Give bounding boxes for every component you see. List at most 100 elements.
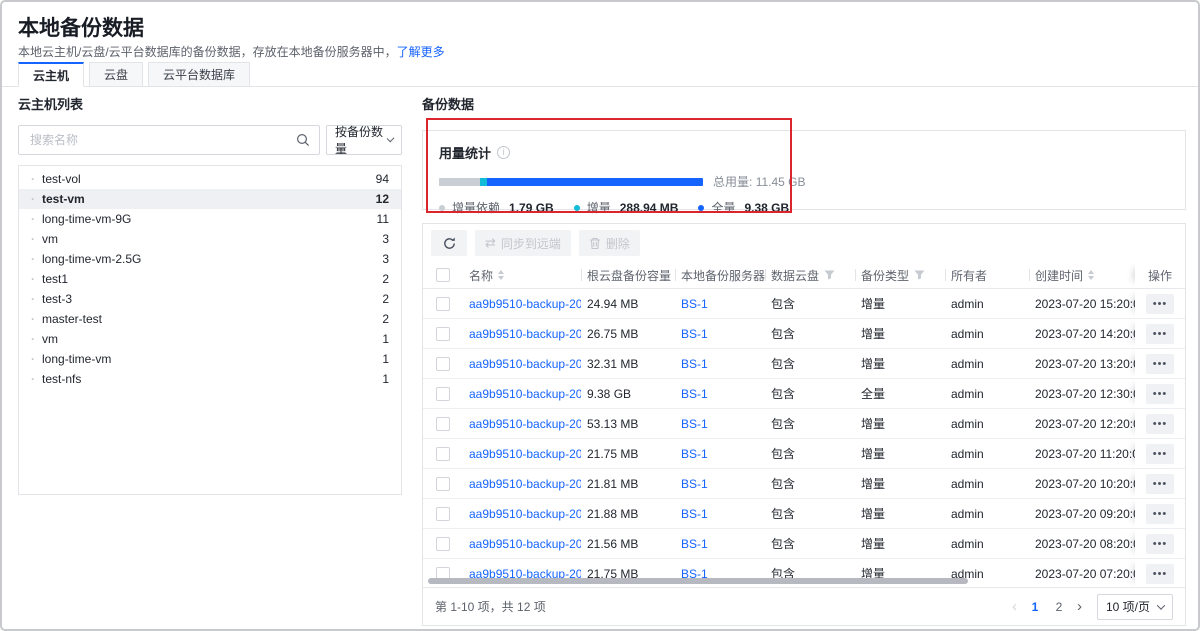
- vm-list-item[interactable]: · test-nfs 1: [19, 369, 401, 389]
- backup-type-value: 全量: [855, 379, 945, 408]
- page-number-button[interactable]: 2: [1050, 600, 1068, 614]
- vm-backup-count: 11: [377, 212, 389, 226]
- backup-section-title: 备份数据: [422, 94, 1186, 113]
- column-header-size[interactable]: 根云盘备份容量: [581, 262, 675, 288]
- row-actions-button[interactable]: •••: [1146, 384, 1174, 404]
- table-row: aa9b9510-backup-2023-07-... 32.31 MB BS-…: [423, 349, 1185, 379]
- vm-name: test-3: [42, 292, 72, 306]
- row-actions-button[interactable]: •••: [1146, 354, 1174, 374]
- row-actions-button[interactable]: •••: [1146, 324, 1174, 344]
- legend-value: 288.94 MB: [620, 201, 679, 215]
- backup-server-link[interactable]: BS-1: [681, 447, 708, 461]
- search-input[interactable]: [28, 132, 296, 148]
- page-description: 本地云主机/云盘/云平台数据库的备份数据，存放在本地备份服务器中，了解更多: [18, 43, 445, 60]
- backup-server-link[interactable]: BS-1: [681, 537, 708, 551]
- tab-cloud-vm[interactable]: 云主机: [18, 62, 84, 87]
- row-actions-button[interactable]: •••: [1146, 474, 1174, 494]
- backup-server-link[interactable]: BS-1: [681, 357, 708, 371]
- backup-server-link[interactable]: BS-1: [681, 477, 708, 491]
- backup-server-link[interactable]: BS-1: [681, 507, 708, 521]
- filter-icon[interactable]: [824, 270, 835, 280]
- row-checkbox[interactable]: [436, 357, 450, 371]
- backup-name-link[interactable]: aa9b9510-backup-2023-07-...: [469, 447, 581, 461]
- vm-list-item[interactable]: · test-vol 94: [19, 169, 401, 189]
- column-header-owner: 所有者: [945, 262, 1029, 288]
- created-time-value: 2023-07-20 13:20:00: [1029, 349, 1135, 378]
- vm-backup-count: 3: [382, 252, 389, 266]
- usage-total-label: 总用量:: [713, 175, 752, 189]
- column-header-name[interactable]: 名称: [463, 262, 581, 288]
- backup-server-link[interactable]: BS-1: [681, 387, 708, 401]
- filter-icon[interactable]: [914, 270, 925, 280]
- row-checkbox[interactable]: [436, 477, 450, 491]
- vm-list-title: 云主机列表: [18, 94, 402, 113]
- created-time-value: 2023-07-20 08:20:00: [1029, 529, 1135, 558]
- vm-list-item[interactable]: · test-vm 12: [19, 189, 401, 209]
- vm-list-item[interactable]: · long-time-vm 1: [19, 349, 401, 369]
- backup-name-link[interactable]: aa9b9510-backup-2023-07-...: [469, 327, 581, 341]
- backup-server-link[interactable]: BS-1: [681, 417, 708, 431]
- row-actions-button[interactable]: •••: [1146, 414, 1174, 434]
- row-checkbox[interactable]: [436, 387, 450, 401]
- row-checkbox[interactable]: [436, 327, 450, 341]
- row-checkbox[interactable]: [436, 447, 450, 461]
- backup-name-link[interactable]: aa9b9510-backup-2023-07-...: [469, 357, 581, 371]
- backup-name-link[interactable]: aa9b9510-backup-2023-07-...: [469, 297, 581, 311]
- delete-button[interactable]: 删除: [579, 230, 640, 256]
- vm-list-item[interactable]: · long-time-vm-9G 11: [19, 209, 401, 229]
- table-header-row: 名称 根云盘备份容量 本地备份服务器 数据云盘 备份类型: [423, 262, 1185, 289]
- backup-size: 21.88 MB: [581, 499, 675, 528]
- row-checkbox[interactable]: [436, 507, 450, 521]
- vm-list-item[interactable]: · vm 1: [19, 329, 401, 349]
- select-all-checkbox[interactable]: [436, 268, 450, 282]
- backup-name-link[interactable]: aa9b9510-backup-2023-07-...: [469, 387, 581, 401]
- horizontal-scrollbar-thumb[interactable]: [428, 578, 968, 584]
- page-number-button[interactable]: 1: [1026, 600, 1044, 614]
- column-header-created[interactable]: 创建时间: [1029, 262, 1135, 288]
- created-time-value: 2023-07-20 12:30:00: [1029, 379, 1135, 408]
- page-size-dropdown[interactable]: 10 项/页: [1097, 594, 1173, 620]
- next-page-button[interactable]: ›: [1074, 599, 1085, 614]
- row-checkbox[interactable]: [436, 297, 450, 311]
- learn-more-link[interactable]: 了解更多: [397, 45, 445, 59]
- vm-list-item[interactable]: · vm 3: [19, 229, 401, 249]
- data-volume-value: 包含: [765, 499, 855, 528]
- item-bullet-icon: ·: [31, 192, 35, 206]
- backup-name-link[interactable]: aa9b9510-backup-2023-07-...: [469, 477, 581, 491]
- vm-list-item[interactable]: · long-time-vm-2.5G 3: [19, 249, 401, 269]
- row-actions-button[interactable]: •••: [1146, 564, 1174, 584]
- backup-server-link[interactable]: BS-1: [681, 297, 708, 311]
- column-header-volume[interactable]: 数据云盘: [765, 262, 855, 288]
- backup-name-link[interactable]: aa9b9510-backup-2023-07-...: [469, 417, 581, 431]
- vm-list-controls: 按备份数量: [18, 125, 402, 155]
- row-checkbox[interactable]: [436, 417, 450, 431]
- vm-list-item[interactable]: · test-3 2: [19, 289, 401, 309]
- row-actions-button[interactable]: •••: [1146, 504, 1174, 524]
- row-checkbox[interactable]: [436, 537, 450, 551]
- row-actions-button[interactable]: •••: [1146, 294, 1174, 314]
- tab-cloud-volume[interactable]: 云盘: [89, 62, 143, 87]
- column-header-type[interactable]: 备份类型: [855, 262, 945, 288]
- row-actions-button[interactable]: •••: [1146, 444, 1174, 464]
- sort-dropdown[interactable]: 按备份数量: [326, 125, 402, 155]
- sort-icon: [498, 270, 504, 280]
- tab-platform-database[interactable]: 云平台数据库: [148, 62, 250, 87]
- sync-to-remote-button[interactable]: ⇄ 同步到远端: [475, 230, 571, 256]
- local-backup-page: 本地备份数据 本地云主机/云盘/云平台数据库的备份数据，存放在本地备份服务器中，…: [0, 0, 1200, 631]
- backup-name-link[interactable]: aa9b9510-backup-2023-07-...: [469, 537, 581, 551]
- column-header-label: 创建时间: [1035, 267, 1083, 284]
- prev-page-button[interactable]: ‹: [1009, 599, 1020, 614]
- backup-name-link[interactable]: aa9b9510-backup-2023-07-...: [469, 507, 581, 521]
- refresh-button[interactable]: [431, 230, 467, 256]
- table-row: aa9b9510-backup-2023-07-... 24.94 MB BS-…: [423, 289, 1185, 319]
- item-bullet-icon: ·: [31, 252, 35, 266]
- table-row: aa9b9510-backup-2023-07-... 21.81 MB BS-…: [423, 469, 1185, 499]
- row-actions-button[interactable]: •••: [1146, 534, 1174, 554]
- backup-size: 32.31 MB: [581, 349, 675, 378]
- vm-list-item[interactable]: · test1 2: [19, 269, 401, 289]
- info-icon[interactable]: i: [497, 146, 510, 159]
- vm-list-item[interactable]: · master-test 2: [19, 309, 401, 329]
- search-icon[interactable]: [296, 133, 310, 147]
- backup-size: 24.94 MB: [581, 289, 675, 318]
- backup-server-link[interactable]: BS-1: [681, 327, 708, 341]
